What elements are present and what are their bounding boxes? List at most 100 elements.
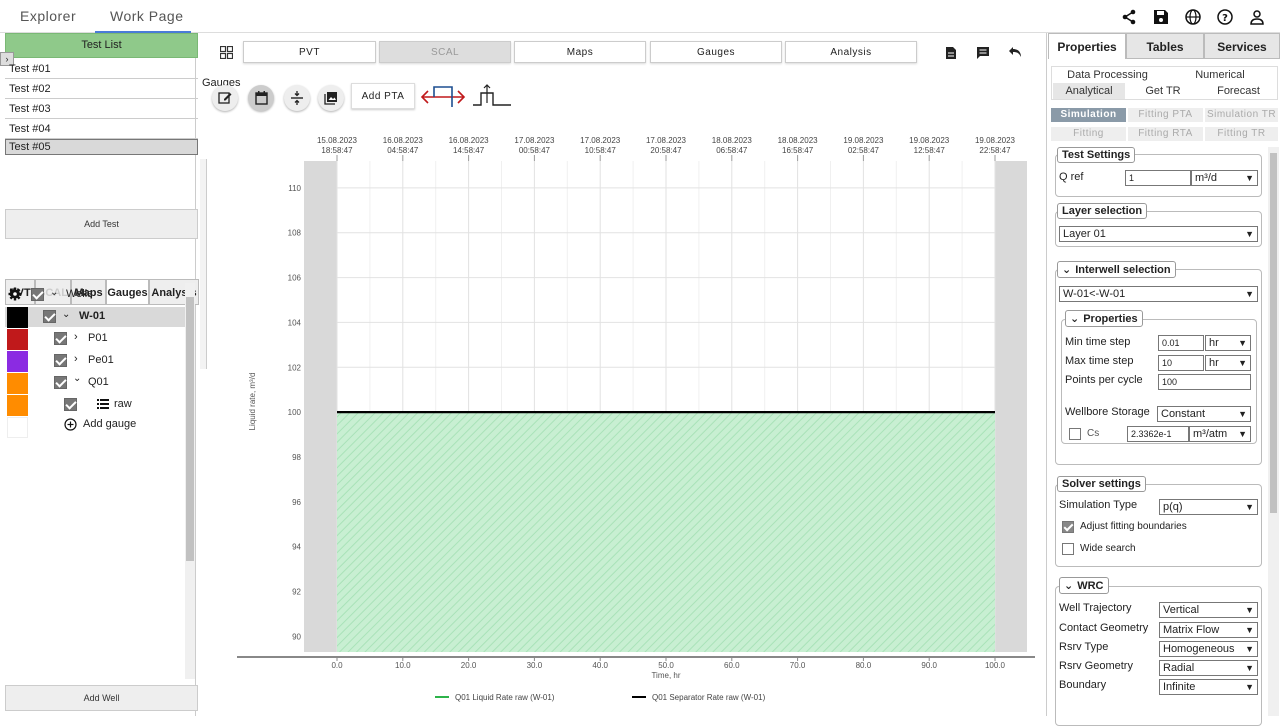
min-time-step-input[interactable]: 0.01 — [1158, 335, 1204, 351]
tab-center-maps[interactable]: Maps — [514, 41, 646, 63]
calendar-button[interactable] — [248, 85, 274, 111]
cs-unit-select[interactable]: m³/atm ▼ — [1189, 426, 1251, 442]
min-time-unit-select[interactable]: hr ▼ — [1205, 335, 1251, 351]
y-tick-label: 94 — [292, 543, 301, 552]
wellbore-storage-select[interactable]: Constant ▼ — [1157, 406, 1251, 422]
interference-arrows-icon[interactable] — [420, 83, 466, 111]
step-pulse-icon[interactable] — [472, 83, 512, 111]
chart-svg[interactable]: 0.0 10.0 20.0 30.0 40.0 50.0 60.0 70.0 80.0 90.0 1… — [200, 129, 1043, 716]
q-ref-unit-select[interactable]: m³/d ▼ — [1191, 170, 1258, 186]
max-time-step-input[interactable]: 10 — [1158, 355, 1204, 371]
subtab-forecast[interactable]: Forecast — [1202, 83, 1275, 99]
tab-center-gauges[interactable]: Gauges — [650, 41, 782, 63]
q-ref-input[interactable]: 1 — [1125, 170, 1191, 186]
tab-work-page[interactable]: Work Page — [110, 8, 184, 24]
pe01-expand-icon[interactable]: › — [74, 353, 78, 365]
add-pta-button[interactable]: Add PTA — [351, 83, 415, 109]
raw-checkbox[interactable] — [64, 398, 77, 411]
help-icon[interactable]: ? — [1216, 8, 1234, 26]
tab-center-pvt[interactable]: PVT — [243, 41, 376, 63]
save-icon[interactable] — [1152, 8, 1170, 26]
left-scrollbar[interactable] — [185, 283, 195, 679]
share-icon[interactable] — [1120, 8, 1138, 26]
subtab-data-processing[interactable]: Data Processing — [1053, 67, 1162, 83]
points-per-cycle-input[interactable]: 100 — [1158, 374, 1251, 390]
test-row-05[interactable]: Test #05 — [5, 139, 198, 155]
q-ref-unit-value: m³/d — [1195, 172, 1217, 184]
top-axis-date: 16.08.2023 — [449, 136, 490, 145]
simulation-type-select[interactable]: p(q) ▼ — [1159, 499, 1258, 515]
interwell-select[interactable]: W-01<-W-01 ▼ — [1059, 286, 1258, 302]
vertical-align-button[interactable] — [284, 85, 310, 111]
interwell-title[interactable]: ⌄ Interwell selection — [1057, 261, 1176, 278]
cs-checkbox[interactable] — [1069, 428, 1081, 440]
top-axis-time: 04:58:47 — [387, 146, 419, 155]
x-tick-label: 40.0 — [592, 661, 608, 670]
grid-view-icon[interactable] — [220, 46, 233, 59]
test-row-01[interactable]: Test #01 — [5, 59, 198, 79]
rsrv-geometry-select[interactable]: Radial ▼ — [1159, 660, 1258, 676]
color-swatch-q01[interactable] — [7, 373, 28, 394]
tab-center-scal: SCAL — [379, 41, 511, 63]
color-swatch-w01[interactable] — [7, 307, 28, 328]
gauge-label-p01: P01 — [88, 332, 108, 344]
contact-geometry-select[interactable]: Matrix Flow ▼ — [1159, 622, 1258, 638]
test-row-02[interactable]: Test #02 — [5, 79, 198, 99]
p01-expand-icon[interactable]: › — [74, 331, 78, 343]
contact-geometry-label: Contact Geometry — [1059, 622, 1149, 634]
globe-icon[interactable] — [1184, 8, 1202, 26]
add-test-button[interactable]: Add Test — [5, 209, 198, 239]
subtab-numerical[interactable]: Numerical — [1165, 67, 1275, 83]
color-swatch-raw[interactable] — [7, 395, 28, 416]
right-scrollbar[interactable] — [1268, 147, 1279, 716]
document-icon[interactable] — [945, 46, 957, 60]
center-panel: PVT SCAL Maps Gauges Analysis Gauges Add — [200, 33, 1043, 716]
test-row-04[interactable]: Test #04 — [5, 119, 198, 139]
undo-icon[interactable] — [1008, 46, 1022, 58]
top-axis-date: 18.08.2023 — [778, 136, 819, 145]
pill-simulation[interactable]: Simulation — [1051, 108, 1126, 122]
chevron-down-icon: ▼ — [1245, 289, 1254, 299]
subtab-get-tr[interactable]: Get TR — [1127, 83, 1199, 99]
add-circle-icon[interactable] — [64, 418, 77, 431]
q01-collapse-icon[interactable]: ⌄ — [73, 373, 81, 384]
user-icon[interactable] — [1248, 8, 1266, 26]
adjust-boundaries-checkbox[interactable] — [1062, 521, 1074, 533]
w01-checkbox[interactable] — [43, 310, 56, 323]
gear-icon[interactable] — [8, 287, 22, 301]
image-library-button[interactable] — [318, 85, 344, 111]
w01-collapse-icon[interactable]: ⌄ — [62, 309, 70, 320]
tab-properties[interactable]: Properties — [1048, 33, 1126, 59]
tab-left-gauges[interactable]: Gauges — [106, 279, 149, 305]
tab-center-analysis[interactable]: Analysis — [785, 41, 917, 63]
layer-select[interactable]: Layer 01 ▼ — [1059, 226, 1258, 242]
edit-gauge-button[interactable] — [212, 85, 238, 111]
wrc-title[interactable]: ⌄ WRC — [1059, 577, 1109, 594]
comment-icon[interactable] — [976, 46, 990, 60]
subtab-analytical[interactable]: Analytical — [1053, 83, 1125, 99]
rsrv-type-select[interactable]: Homogeneous ▼ — [1159, 641, 1258, 657]
tab-tables[interactable]: Tables — [1126, 33, 1204, 59]
add-well-button[interactable]: Add Well — [5, 685, 198, 711]
boundary-select[interactable]: Infinite ▼ — [1159, 679, 1258, 695]
wide-search-checkbox[interactable] — [1062, 543, 1074, 555]
pe01-checkbox[interactable] — [54, 354, 67, 367]
cs-input[interactable]: 2.3362e-1 — [1127, 426, 1189, 442]
max-time-unit-select[interactable]: hr ▼ — [1205, 355, 1251, 371]
color-swatch-p01[interactable] — [7, 329, 28, 350]
color-swatch-pe01[interactable] — [7, 351, 28, 372]
wells-checkbox[interactable] — [31, 288, 44, 301]
top-axis-date: 19.08.2023 — [975, 136, 1016, 145]
add-gauge-link[interactable]: Add gauge — [83, 418, 136, 430]
left-scrollbar-thumb[interactable] — [186, 297, 194, 561]
well-trajectory-select[interactable]: Vertical ▼ — [1159, 602, 1258, 618]
test-row-03[interactable]: Test #03 — [5, 99, 198, 119]
q01-checkbox[interactable] — [54, 376, 67, 389]
properties-title[interactable]: ⌄ Properties — [1065, 310, 1143, 327]
max-time-step-label: Max time step — [1065, 355, 1134, 367]
p01-checkbox[interactable] — [54, 332, 67, 345]
tab-services[interactable]: Services — [1204, 33, 1280, 59]
tab-explorer[interactable]: Explorer — [20, 8, 76, 24]
right-scrollbar-thumb[interactable] — [1270, 153, 1277, 513]
wells-collapse-icon[interactable]: ⌄ — [50, 287, 58, 298]
